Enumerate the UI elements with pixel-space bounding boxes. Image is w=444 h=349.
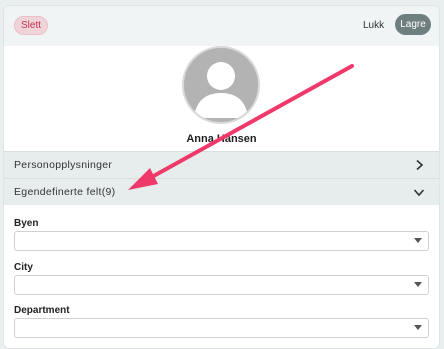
user-avatar-icon xyxy=(194,62,248,118)
city-select[interactable] xyxy=(14,275,429,295)
byen-select[interactable] xyxy=(14,231,429,251)
caret-down-icon xyxy=(414,282,422,287)
caret-down-icon xyxy=(414,238,422,243)
chevron-down-icon xyxy=(413,189,425,197)
avatar[interactable] xyxy=(182,46,260,124)
field-label-city: City xyxy=(14,262,33,273)
profile-header: Anna Hansen xyxy=(4,46,439,154)
section-personopplysninger[interactable]: Personopplysninger xyxy=(4,151,439,178)
section-label: Egendefinerte felt(9) xyxy=(14,186,116,198)
section-label: Personopplysninger xyxy=(14,159,113,171)
toolbar: Slett Lukk Lagre xyxy=(4,6,439,46)
caret-down-icon xyxy=(414,325,422,330)
profile-name: Anna Hansen xyxy=(186,133,257,145)
delete-button[interactable]: Slett xyxy=(14,16,49,35)
field-label-department: Department xyxy=(14,305,70,316)
section-egendefinerte-felt[interactable]: Egendefinerte felt(9) xyxy=(4,178,439,205)
save-button[interactable]: Lagre xyxy=(395,14,431,35)
chevron-right-icon xyxy=(416,159,424,171)
department-select[interactable] xyxy=(14,318,429,338)
field-label-byen: Byen xyxy=(14,218,39,229)
person-editor-panel: Slett Lukk Lagre Anna Hansen Personopply… xyxy=(3,5,440,349)
close-button[interactable]: Lukk xyxy=(363,16,384,35)
